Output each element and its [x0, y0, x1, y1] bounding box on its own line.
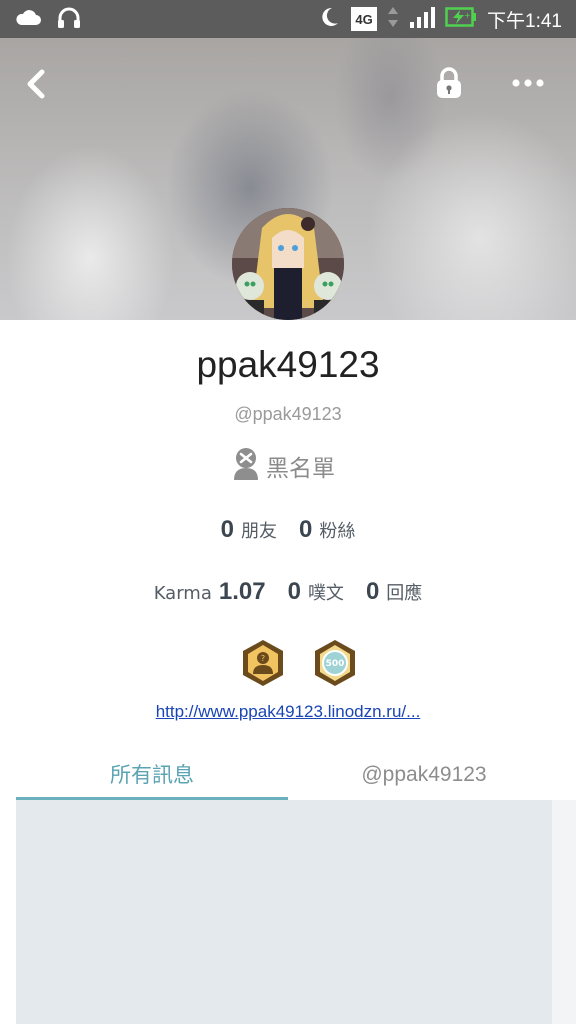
friends-stat[interactable]: 0 朋友	[221, 516, 277, 544]
signal-icon	[409, 5, 436, 33]
tab-bar: 所有訊息 @ppak49123	[16, 752, 560, 800]
fans-stat[interactable]: 0 粉絲	[299, 516, 355, 544]
user-handle: @ppak49123	[234, 404, 342, 424]
tab-mentions[interactable]: @ppak49123	[288, 752, 560, 800]
badge-newbie[interactable]: ?	[240, 638, 286, 688]
replies-label: 回應	[386, 583, 423, 604]
replies-count: 0	[365, 578, 380, 605]
status-time: 下午1:41	[487, 10, 562, 32]
500-badge-icon: 500	[312, 640, 358, 692]
friends-count: 0	[220, 516, 234, 543]
badge-list: ? 500	[240, 638, 358, 688]
blacklist-label: 黑名單	[266, 456, 335, 482]
lock-icon	[432, 67, 466, 106]
side-gutter	[552, 800, 576, 1024]
moon-icon	[317, 5, 341, 33]
fans-label: 粉絲	[319, 521, 356, 542]
lock-button[interactable]	[432, 66, 466, 102]
svg-text:+: +	[464, 11, 471, 20]
activity-stats: Karma 1.07 0 噗文 0 回應	[0, 578, 576, 606]
display-name: ppak49123	[196, 344, 380, 385]
svg-text:?: ?	[261, 654, 265, 663]
posts-label: 噗文	[307, 583, 344, 604]
message-feed[interactable]	[16, 800, 552, 1024]
4g-icon: 4G	[351, 7, 378, 31]
karma-label: Karma	[153, 583, 212, 604]
chevron-left-icon	[18, 69, 58, 108]
battery-charging-icon: +	[445, 6, 477, 32]
avatar-image	[232, 208, 344, 320]
badge-500[interactable]: 500	[312, 638, 358, 688]
website-link[interactable]: http://www.ppak49123.linodzn.ru/...	[0, 702, 576, 722]
cloud-icon	[14, 7, 42, 33]
data-arrows-icon	[387, 5, 399, 33]
blacklist-button[interactable]: 黑名單	[232, 448, 335, 484]
user-blocked-icon	[232, 447, 260, 485]
replies-stat: 0 回應	[366, 578, 422, 606]
social-stats: 0 朋友 0 粉絲	[0, 516, 576, 544]
more-horizontal-icon	[508, 79, 548, 104]
profile-badge-icon: ?	[240, 640, 286, 692]
posts-stat: 0 噗文	[288, 578, 344, 606]
more-options-button[interactable]	[508, 66, 548, 100]
posts-count: 0	[287, 578, 301, 605]
tab-all-messages[interactable]: 所有訊息	[16, 752, 288, 800]
back-button[interactable]	[18, 64, 58, 104]
headphone-icon	[56, 6, 82, 34]
status-bar: 4G + 下午1:41	[0, 0, 576, 38]
badge-500-text: 500	[326, 659, 345, 669]
avatar[interactable]	[232, 208, 344, 320]
karma-value: 1.07	[218, 578, 266, 605]
fans-count: 0	[299, 516, 313, 543]
friends-label: 朋友	[241, 521, 277, 542]
karma-stat: Karma 1.07	[154, 578, 266, 606]
